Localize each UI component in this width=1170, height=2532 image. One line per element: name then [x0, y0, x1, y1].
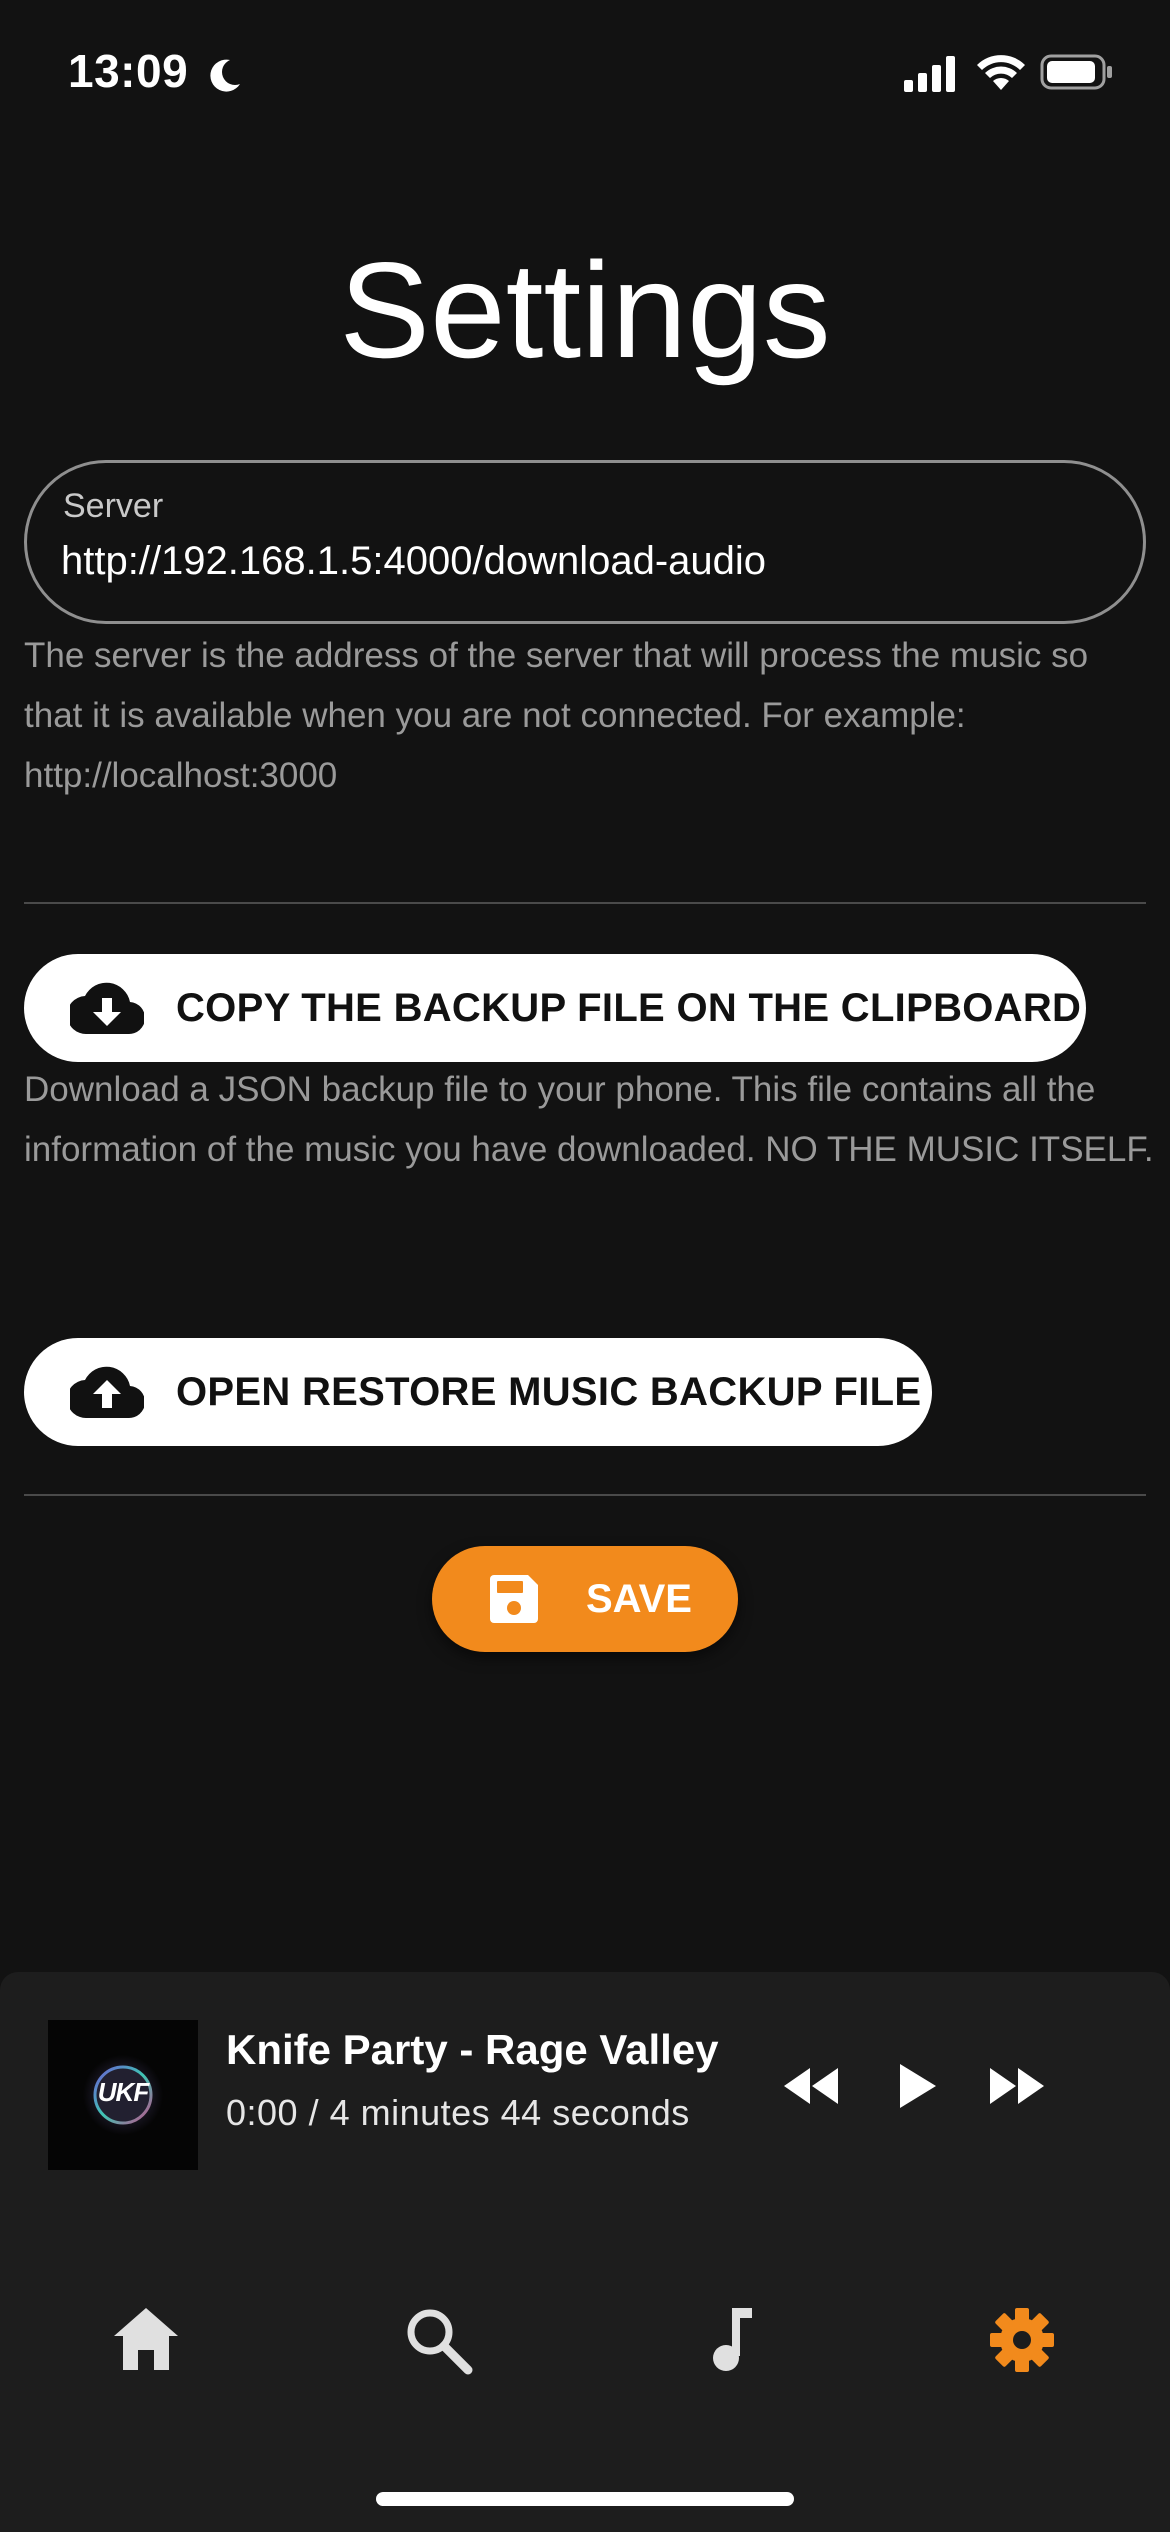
home-icon — [114, 2308, 178, 2370]
now-playing-bar: UKF Knife Party - Rage Valley 0:00 / 4 m… — [0, 1972, 1170, 2532]
status-time: 13:09 — [68, 45, 189, 97]
nav-home-button[interactable] — [98, 2292, 194, 2388]
fast-forward-icon — [990, 2068, 1044, 2104]
divider — [24, 902, 1146, 904]
server-field-label: Server — [63, 487, 164, 525]
track-time: 0:00 / 4 minutes 44 seconds — [226, 2092, 690, 2133]
home-indicator[interactable] — [376, 2492, 794, 2506]
album-art-logo: UKF — [97, 2077, 149, 2107]
nav-music-button[interactable] — [682, 2292, 778, 2388]
copy-backup-button[interactable]: COPY THE BACKUP FILE ON THE CLIPBOARD — [24, 954, 1086, 1062]
cloud-upload-icon — [70, 1366, 144, 1419]
save-label: SAVE — [586, 1576, 692, 1621]
gear-icon — [990, 2308, 1054, 2372]
track-title: Knife Party - Rage Valley — [226, 2026, 719, 2073]
divider — [24, 1494, 1146, 1496]
album-art[interactable]: UKF — [48, 2020, 198, 2170]
floppy-disk-icon — [490, 1575, 538, 1623]
music-note-icon — [713, 2308, 752, 2371]
save-button[interactable]: SAVE — [432, 1546, 738, 1652]
nav-settings-button[interactable] — [974, 2292, 1070, 2388]
fast-forward-button[interactable] — [980, 2050, 1052, 2122]
copy-backup-label: COPY THE BACKUP FILE ON THE CLIPBOARD — [176, 985, 1082, 1030]
rewind-button[interactable] — [776, 2050, 848, 2122]
status-bar: 13:09 — [0, 0, 1170, 150]
rewind-icon — [784, 2068, 838, 2104]
signal-icon — [904, 56, 955, 92]
page-title: Settings — [339, 234, 831, 386]
cloud-download-icon — [70, 982, 144, 1035]
play-icon — [900, 2064, 936, 2108]
restore-backup-button[interactable]: OPEN RESTORE MUSIC BACKUP FILE — [24, 1338, 932, 1446]
nav-search-button[interactable] — [390, 2292, 486, 2388]
battery-icon — [1040, 54, 1112, 90]
moon-icon — [210, 59, 240, 92]
play-button[interactable] — [880, 2050, 952, 2122]
server-helper-text: The server is the address of the server … — [24, 636, 1089, 795]
server-field[interactable]: Server — [24, 460, 1146, 624]
search-icon — [407, 2309, 473, 2375]
backup-helper-text: Download a JSON backup file to your phon… — [24, 1070, 1154, 1169]
restore-backup-label: OPEN RESTORE MUSIC BACKUP FILE — [176, 1369, 922, 1414]
server-input[interactable] — [61, 533, 1101, 589]
settings-screen: 13:09 Settings Server The server is the … — [0, 0, 1170, 2532]
wifi-icon — [977, 55, 1025, 90]
